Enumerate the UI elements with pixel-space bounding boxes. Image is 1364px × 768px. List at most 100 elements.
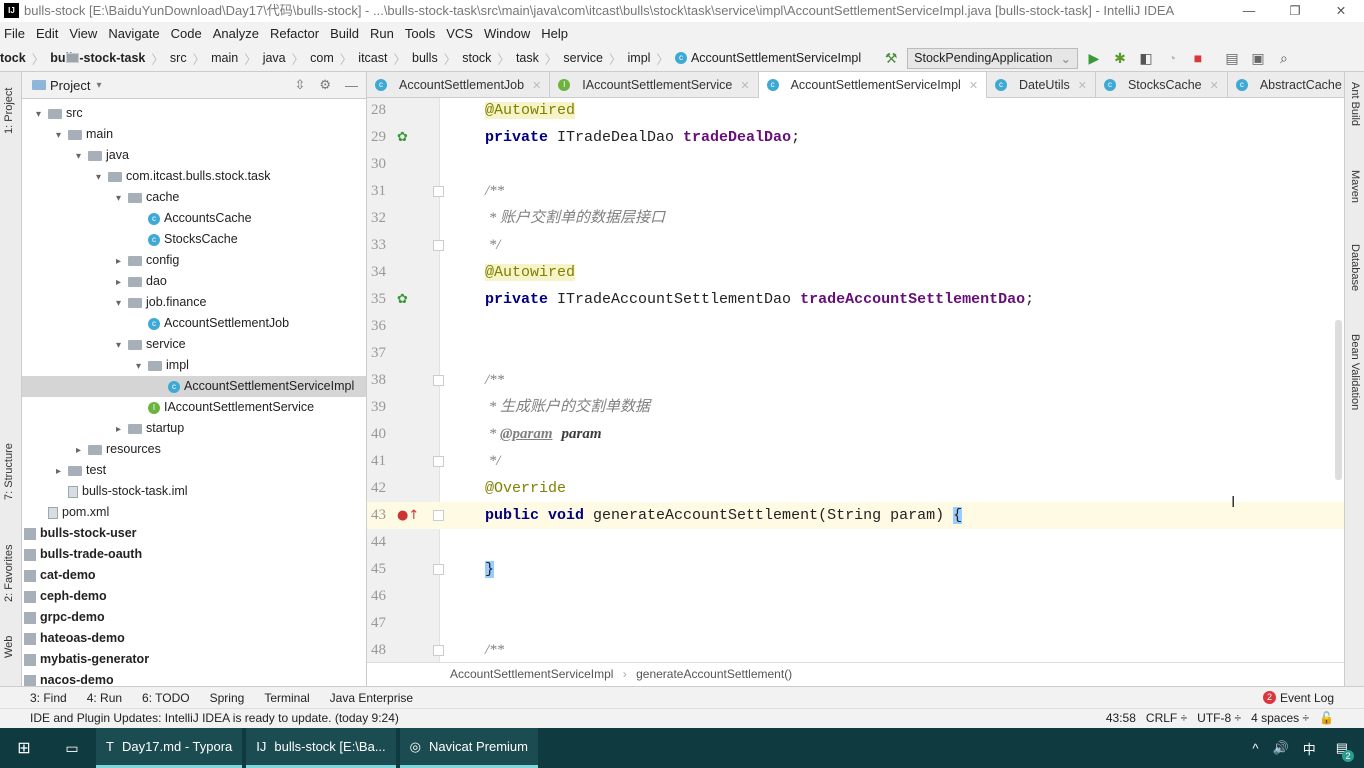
nav-crumb[interactable]: src 〉 [66,49,205,68]
nav-crumb[interactable]: java 〉 [66,49,304,68]
database-tool-button[interactable]: Database [1349,244,1361,291]
spring-tool-button[interactable]: Spring [210,691,245,705]
run-config-selector[interactable]: StockPendingApplication ⌄ [907,47,1078,69]
taskbar-navicat[interactable]: ◎ Navicat Premium [399,728,538,768]
close-button[interactable]: ✕ [1318,0,1364,22]
profile-icon[interactable]: ◔ [1162,50,1182,66]
menu-run[interactable]: Run [370,26,394,41]
tree-item-grpc-demo[interactable]: grpc-demo [22,607,366,628]
tree-item-bulls-stock-task-iml[interactable]: bulls-stock-task.iml [22,481,366,502]
maven-tool-button[interactable]: Maven [1349,170,1361,203]
tree-item-src[interactable]: ▾ src [22,103,366,125]
tree-item-iaccountsettlementservice[interactable]: I IAccountSettlementService [22,397,366,418]
menu-vcs[interactable]: VCS [446,26,473,41]
chevron-right-icon[interactable]: ▸ [116,251,128,272]
chevron-right-icon[interactable]: ▸ [116,419,128,440]
terminal-icon[interactable]: ▣ [1248,50,1268,67]
find-tool-button[interactable]: 3: Find [30,691,67,705]
nav-crumb[interactable]: com 〉 [66,49,352,68]
tray-expand-icon[interactable]: ^ [1252,741,1258,756]
tree-item-service[interactable]: ▾ service [22,334,366,355]
menu-view[interactable]: View [69,26,97,41]
menu-navigate[interactable]: Navigate [108,26,159,41]
close-tab-icon[interactable]: ✕ [1078,79,1087,92]
tree-item-cache[interactable]: ▾ cache [22,187,366,209]
code-editor[interactable]: 28 @Autowired 29 ✿ private ITradeDealDao tra… [367,98,1344,662]
tree-item-impl[interactable]: ▾ impl [22,355,366,377]
nav-crumb[interactable]: tock 〉 [0,49,44,68]
task-view-icon[interactable]: ▭ [48,740,96,757]
chevron-right-icon[interactable]: ▸ [116,272,128,293]
fold-marker-icon[interactable] [433,510,444,521]
chevron-down-icon[interactable]: ▾ [56,125,68,146]
tree-item-mybatis-generator[interactable]: mybatis-generator [22,649,366,670]
tree-item-accountsettlementjob[interactable]: c AccountSettlementJob [22,313,366,334]
tab-iaccountsettlementservice[interactable]: I IAccountSettlementService ✕ [550,72,759,98]
coverage-icon[interactable]: ◧ [1136,50,1156,67]
ant-build-tool-button[interactable]: Ant Build [1349,82,1361,126]
menu-tools[interactable]: Tools [405,26,435,41]
tree-item-main[interactable]: ▾ main [22,124,366,146]
tree-item-accountsettlementserviceimpl[interactable]: c AccountSettlementServiceImpl [22,376,366,397]
tree-item-resources[interactable]: ▸ resources [22,439,366,460]
fold-marker-icon[interactable] [433,645,444,656]
event-log-button[interactable]: 2 Event Log [1262,691,1334,705]
spring-bean-icon[interactable]: ✿ [397,286,408,313]
chevron-down-icon[interactable]: ▾ [36,104,48,125]
line-separator[interactable]: CRLF ÷ [1146,709,1187,728]
fold-marker-icon[interactable] [433,456,444,467]
project-structure-icon[interactable]: ▤ [1222,50,1242,67]
hide-icon[interactable]: — [345,78,358,93]
tree-item-dao[interactable]: ▸ dao [22,271,366,293]
debug-icon[interactable]: ✱ [1110,50,1130,67]
build-hammer-icon[interactable]: ⚒ [881,50,901,67]
tree-item-cat-demo[interactable]: cat-demo [22,565,366,586]
chevron-right-icon[interactable]: ▸ [56,461,68,482]
project-tool-button[interactable]: 1: Project [3,88,15,134]
chevron-down-icon[interactable]: ▾ [116,188,128,209]
web-tool-button[interactable]: Web [3,636,15,658]
nav-crumb[interactable]: task 〉 [66,49,557,68]
run-icon[interactable]: ▶ [1084,50,1104,67]
tree-item-config[interactable]: ▸ config [22,250,366,272]
nav-crumb[interactable]: impl 〉 [66,49,669,68]
tree-item-test[interactable]: ▸ test [22,460,366,482]
collapse-all-icon[interactable]: ⇳ [294,77,305,93]
fold-marker-icon[interactable] [433,240,444,251]
menu-help[interactable]: Help [541,26,568,41]
close-tab-icon[interactable]: ✕ [532,79,541,92]
tree-item-accountscache[interactable]: c AccountsCache [22,208,366,229]
project-view-selector[interactable]: Project [50,78,90,93]
nav-crumb[interactable]: c AccountSettlementServiceImpl [674,49,861,68]
menu-build[interactable]: Build [330,26,359,41]
chevron-down-icon[interactable]: ▾ [116,293,128,314]
indent-setting[interactable]: 4 spaces ÷ [1251,709,1309,728]
nav-crumb[interactable]: itcast 〉 [66,49,406,68]
nav-crumb[interactable]: service 〉 [66,49,622,68]
close-tab-icon[interactable]: ✕ [740,79,749,92]
status-message[interactable]: IDE and Plugin Updates: IntelliJ IDEA is… [30,711,399,725]
tree-item-bulls-trade-oauth[interactable]: bulls-trade-oauth [22,544,366,565]
menu-file[interactable]: File [4,26,25,41]
search-icon[interactable]: ⌕ [1274,50,1294,67]
chevron-down-icon[interactable]: ▾ [76,146,88,167]
nav-crumb[interactable]: bulls 〉 [66,49,456,68]
tree-item-job-finance[interactable]: ▾ job.finance [22,292,366,314]
chevron-down-icon[interactable]: ▾ [96,80,101,91]
tree-item-java[interactable]: ▾ java [22,145,366,167]
menu-code[interactable]: Code [171,26,202,41]
caret-position[interactable]: 43:58 [1106,709,1136,728]
menu-edit[interactable]: Edit [36,26,58,41]
lock-icon[interactable]: 🔓 [1319,709,1334,728]
tree-item-startup[interactable]: ▸ startup [22,418,366,440]
structure-tool-button[interactable]: 7: Structure [3,443,15,500]
fold-marker-icon[interactable] [433,186,444,197]
tree-item-nacos-demo[interactable]: nacos-demo [22,670,366,686]
chevron-down-icon[interactable]: ▾ [136,356,148,377]
volume-icon[interactable]: 🔊 [1273,740,1289,756]
close-tab-icon[interactable]: ✕ [1210,79,1219,92]
tab-accountsettlementjob[interactable]: c AccountSettlementJob ✕ [367,72,551,98]
chevron-down-icon[interactable]: ▾ [96,167,108,188]
tab-accountsettlementserviceimpl[interactable]: c AccountSettlementServiceImpl ✕ [758,72,988,98]
tree-item-com-itcast-bulls-stock-task[interactable]: ▾ com.itcast.bulls.stock.task [22,166,366,188]
